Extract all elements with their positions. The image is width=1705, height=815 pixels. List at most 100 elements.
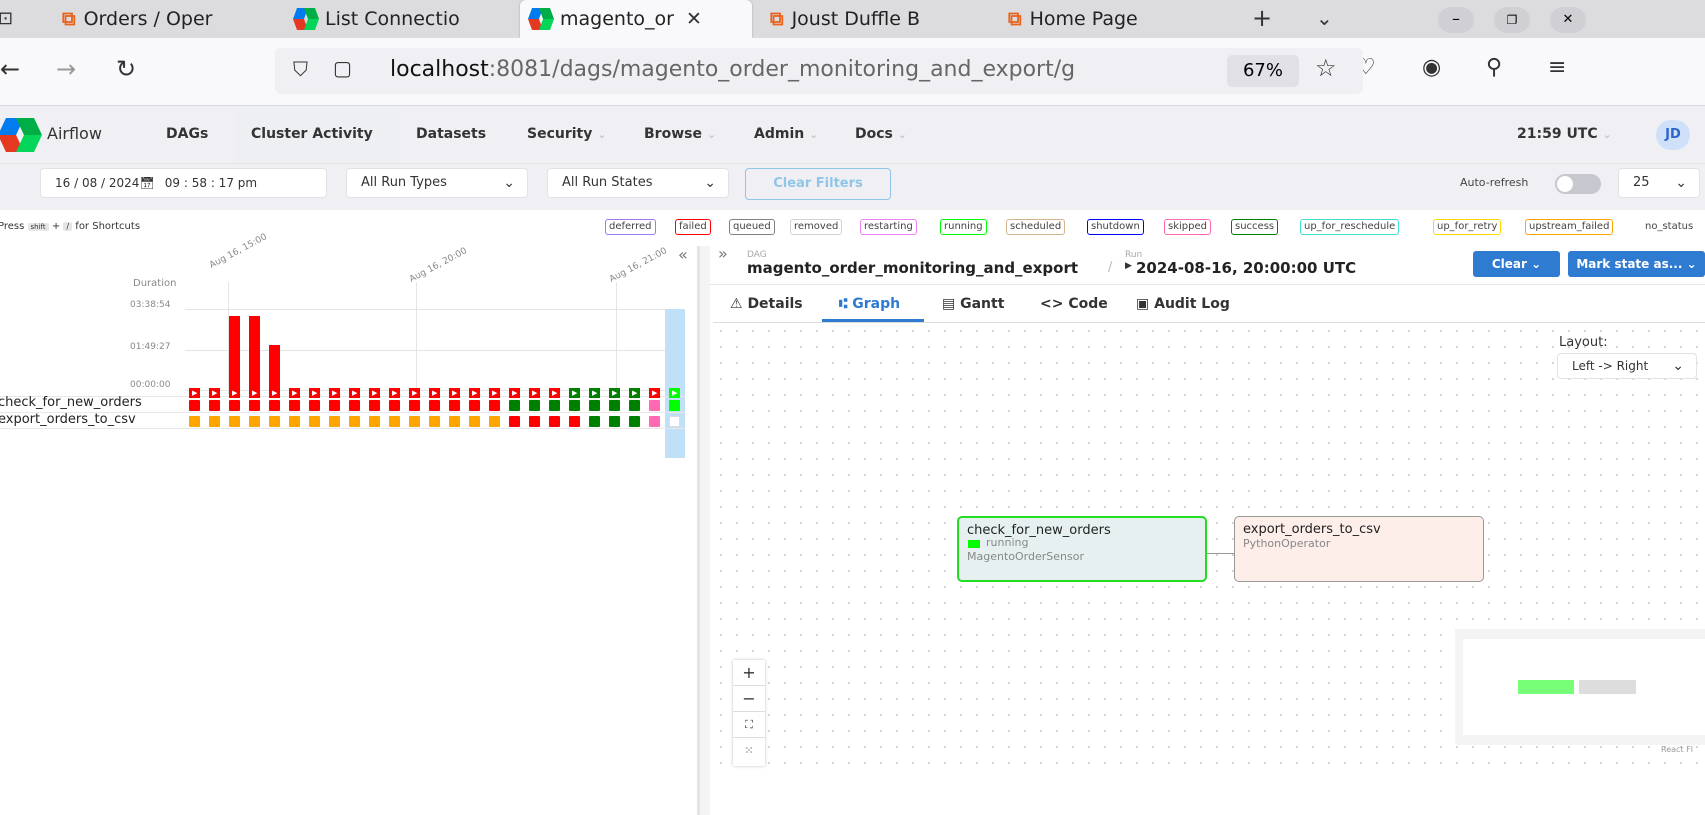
task-instance-cell[interactable] <box>329 400 340 411</box>
task-instance-cell[interactable] <box>649 416 660 427</box>
task-instance-cell[interactable] <box>669 400 680 411</box>
tab-graph[interactable]: ⑆ Graph <box>839 296 900 312</box>
lock-icon[interactable]: ⁙ <box>733 738 765 764</box>
user-avatar[interactable]: JD <box>1656 120 1690 150</box>
task-node-check-for-new-orders[interactable]: check_for_new_orders running MagentoOrde… <box>957 516 1207 582</box>
utc-clock[interactable]: 21:59 UTC ⌄ <box>1517 126 1612 142</box>
tab-details[interactable]: ⚠ Details <box>730 296 803 312</box>
dag-run-bar[interactable]: ▶ <box>249 316 260 398</box>
task-instance-cell[interactable] <box>629 400 640 411</box>
dag-run-bar[interactable]: ▶ <box>469 388 480 398</box>
legend-no-status[interactable]: no_status <box>1641 219 1697 235</box>
browser-tab-home[interactable]: ⧉ Home Page <box>998 0 1213 38</box>
airflow-brand[interactable]: Airflow <box>47 124 102 143</box>
minimap[interactable] <box>1455 629 1705 745</box>
task-instance-cell[interactable] <box>309 416 320 427</box>
task-instance-cell[interactable] <box>289 416 300 427</box>
task-instance-cell[interactable] <box>389 400 400 411</box>
task-instance-cell[interactable] <box>429 400 440 411</box>
task-instance-cell[interactable] <box>349 400 360 411</box>
dag-run-bar[interactable]: ▶ <box>549 388 560 398</box>
mark-state-button[interactable]: Mark state as... ⌄ <box>1568 251 1705 277</box>
zoom-out-icon[interactable]: − <box>733 686 765 712</box>
close-window-icon[interactable]: ✕ <box>1550 7 1586 33</box>
dag-run-bar[interactable]: ▶ <box>589 388 600 398</box>
dag-run-bar[interactable]: ▶ <box>269 344 280 398</box>
menu-icon[interactable]: ≡ <box>1548 55 1566 80</box>
task-instance-cell[interactable] <box>389 416 400 427</box>
dag-run-bar[interactable]: ▶ <box>429 388 440 398</box>
task-instance-cell[interactable] <box>549 416 560 427</box>
minimize-icon[interactable]: – <box>1438 7 1474 33</box>
menu-dags[interactable]: DAGs <box>166 126 208 142</box>
task-instance-cell[interactable] <box>649 400 660 411</box>
task-instance-cell[interactable] <box>369 400 380 411</box>
legend-deferred[interactable]: deferred <box>605 219 656 235</box>
legend-scheduled[interactable]: scheduled <box>1006 219 1066 235</box>
task-instance-cell[interactable] <box>269 400 280 411</box>
legend-shutdown[interactable]: shutdown <box>1087 219 1144 235</box>
task-instance-cell[interactable] <box>549 400 560 411</box>
task-instance-cell[interactable] <box>509 400 520 411</box>
run-type-select[interactable]: All Run Types ⌄ <box>346 168 528 198</box>
tab-gantt[interactable]: ▤ Gantt <box>942 296 1004 312</box>
calendar-icon[interactable]: 📅︎ <box>139 176 154 190</box>
dag-run-bar[interactable]: ▶ <box>389 388 400 398</box>
clear-filters-button[interactable]: Clear Filters <box>745 168 891 200</box>
task-instance-cell[interactable] <box>529 400 540 411</box>
zoom-level[interactable]: 67% <box>1227 55 1299 87</box>
legend-up-for-retry[interactable]: up_for_retry <box>1433 219 1502 235</box>
dag-run-bar[interactable]: ▶ <box>569 388 580 398</box>
task-instance-cell[interactable] <box>249 416 260 427</box>
run-state-select[interactable]: All Run States ⌄ <box>547 168 729 198</box>
task-instance-cell[interactable] <box>189 416 200 427</box>
dag-run-bar[interactable]: ▶ <box>329 388 340 398</box>
base-date-input[interactable]: 16 / 08 / 2024📅︎ 09 : 58 : 17 pm <box>40 168 327 198</box>
legend-up-for-reschedule[interactable]: up_for_reschedule <box>1300 219 1400 235</box>
menu-security[interactable]: Security ⌄ <box>527 126 606 142</box>
legend-queued[interactable]: queued <box>729 219 775 235</box>
back-icon[interactable]: ← <box>0 55 20 83</box>
legend-running[interactable]: running <box>940 219 987 235</box>
new-tab-icon[interactable]: + <box>1252 4 1272 32</box>
menu-cluster-activity[interactable]: Cluster Activity <box>251 126 373 142</box>
graph-canvas[interactable]: Layout: Left -> Right ⌄ check_for_new_ord… <box>713 322 1705 775</box>
tab-audit-log[interactable]: ▣ Audit Log <box>1136 296 1230 312</box>
dag-run-bar[interactable]: ▶ <box>509 388 520 398</box>
shield-icon[interactable]: ⛉ <box>293 57 308 81</box>
task-instance-cell[interactable] <box>249 400 260 411</box>
page-icon[interactable]: ▢ <box>333 56 352 80</box>
close-tab-icon[interactable]: ✕ <box>686 8 702 30</box>
run-id-breadcrumb[interactable]: 2024-08-16, 20:00:00 UTC <box>1136 259 1356 277</box>
selected-run-column[interactable] <box>665 309 685 458</box>
task-instance-cell[interactable] <box>409 400 420 411</box>
browser-tab-orders[interactable]: ⧉ Orders / Oper <box>52 0 272 38</box>
url-bar[interactable]: ⛉ ▢ localhost:8081/dags/magento_order_mo… <box>275 48 1363 94</box>
task-instance-cell[interactable] <box>209 416 220 427</box>
legend-removed[interactable]: removed <box>790 219 843 235</box>
task-instance-cell[interactable] <box>189 400 200 411</box>
dag-run-bar[interactable]: ▶ <box>609 388 620 398</box>
task-node-export-orders-to-csv[interactable]: export_orders_to_csv PythonOperator <box>1234 516 1484 582</box>
task-instance-cell[interactable] <box>409 416 420 427</box>
task-instance-cell[interactable] <box>349 416 360 427</box>
browser-tab-joust[interactable]: ⧉ Joust Duffle B <box>760 0 990 38</box>
dag-run-bar[interactable]: ▶ <box>189 388 200 398</box>
dag-run-bar[interactable]: ▶ <box>629 388 640 398</box>
bookmark-star-icon[interactable]: ☆ <box>1315 54 1337 82</box>
task-instance-cell[interactable] <box>589 416 600 427</box>
legend-failed[interactable]: failed <box>675 219 711 235</box>
task-instance-cell[interactable] <box>509 416 520 427</box>
task-instance-cell[interactable] <box>229 416 240 427</box>
menu-datasets[interactable]: Datasets <box>416 126 486 142</box>
menu-browse[interactable]: Browse ⌄ <box>644 126 716 142</box>
dag-run-bar[interactable]: ▶ <box>449 388 460 398</box>
forward-icon[interactable]: → <box>56 55 76 83</box>
browser-tab-magento-dag[interactable]: magento_or ✕ <box>520 0 752 38</box>
extensions-icon[interactable]: ⚲ <box>1486 55 1502 80</box>
dag-run-bar[interactable]: ▶ <box>309 388 320 398</box>
task-instance-cell[interactable] <box>569 416 580 427</box>
fit-view-icon[interactable]: ⛶ <box>733 712 765 738</box>
dag-run-bar[interactable]: ▶ <box>529 388 540 398</box>
clear-button[interactable]: Clear ⌄ <box>1473 251 1560 277</box>
